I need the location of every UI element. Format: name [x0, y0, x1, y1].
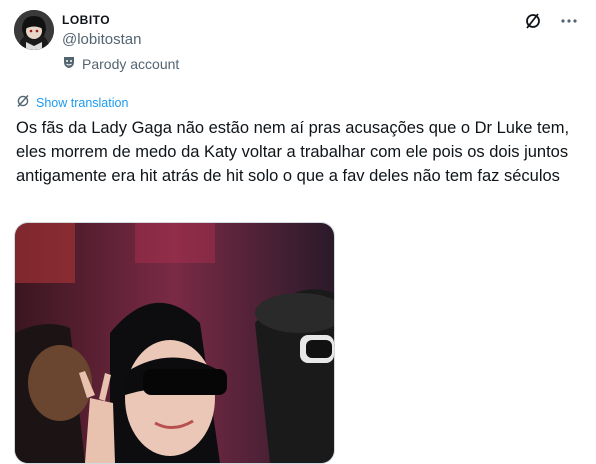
- author-display-name[interactable]: LOBITO: [62, 13, 110, 27]
- parody-label-text: Parody account: [82, 55, 180, 72]
- show-translation-link[interactable]: Show translation: [16, 94, 128, 111]
- translate-icon: [16, 94, 30, 111]
- more-options-icon[interactable]: [558, 10, 580, 32]
- tweet-text: Os fãs da Lady Gaga não estão nem aí pra…: [16, 119, 570, 185]
- author-avatar[interactable]: [14, 10, 54, 50]
- tweet-photo[interactable]: [14, 222, 335, 464]
- parody-label: Parody account: [62, 55, 179, 72]
- show-translation-text[interactable]: Show translation: [36, 96, 128, 110]
- parody-mask-icon: [62, 55, 76, 72]
- grok-icon[interactable]: [522, 10, 544, 32]
- author-handle[interactable]: @lobitostan: [62, 31, 141, 48]
